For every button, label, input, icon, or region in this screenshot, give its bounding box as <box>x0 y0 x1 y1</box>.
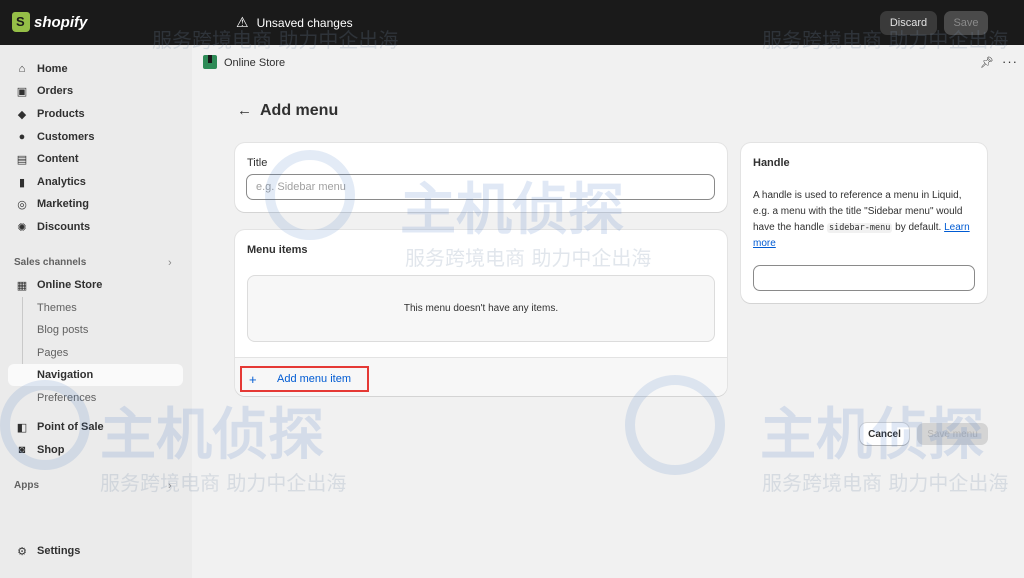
save-menu-button[interactable]: Save menu <box>917 423 988 445</box>
sidebar-subitem-navigation[interactable]: Navigation <box>37 369 93 381</box>
sidebar-item-label: Discounts <box>37 221 91 233</box>
shopify-logo[interactable]: shopify <box>12 12 87 32</box>
discard-button[interactable]: Discard <box>880 11 937 35</box>
sidebar-item-label: Orders <box>37 85 74 97</box>
sidebar-item-content[interactable]: ▤ Content <box>8 148 183 170</box>
person-icon: ● <box>18 131 26 143</box>
title-input[interactable]: e.g. Sidebar menu <box>246 174 715 200</box>
handle-desc-text-2: by default. <box>895 222 942 233</box>
handle-heading: Handle <box>753 157 790 169</box>
handle-input[interactable] <box>753 265 975 291</box>
pos-icon: ◧ <box>16 421 28 434</box>
more-icon[interactable]: ··· <box>1002 54 1018 69</box>
sidebar-item-label: Analytics <box>37 176 86 188</box>
title-card: Title e.g. Sidebar menu <box>235 143 727 212</box>
sidebar-item-label: Content <box>37 153 79 165</box>
home-icon: ⌂ <box>18 63 26 75</box>
storefront-icon: ▦ <box>16 279 28 292</box>
back-arrow-icon[interactable]: ← <box>237 102 252 119</box>
sidebar-item-label: Customers <box>37 131 95 143</box>
sidebar-item-discounts[interactable]: ✺ Discounts <box>8 216 183 238</box>
sidebar-item-products[interactable]: ◆ Products <box>8 103 183 125</box>
target-icon: ◎ <box>17 198 27 211</box>
cancel-button[interactable]: Cancel <box>860 423 909 445</box>
apps-label: Apps <box>14 480 39 491</box>
add-menu-item-button[interactable]: + Add menu item <box>240 366 369 392</box>
pin-icon[interactable]: 📌︎ <box>980 56 994 69</box>
discount-icon: ✺ <box>17 221 27 234</box>
sidebar-subitem-pages[interactable]: Pages <box>37 347 68 359</box>
handle-description: A handle is used to reference a menu in … <box>753 188 978 252</box>
page-title: Add menu <box>260 102 339 119</box>
top-bar: shopify ⚠ Unsaved changes Discard Save <box>0 0 1024 45</box>
sidebar-item-label: Home <box>37 63 68 75</box>
tag-icon: ◆ <box>17 108 27 121</box>
inbox-icon: ▣ <box>16 85 28 98</box>
handle-code: sidebar-menu <box>826 223 893 233</box>
gear-icon: ⚙ <box>17 545 27 558</box>
sidebar-item-customers[interactable]: ● Customers <box>8 126 183 148</box>
sidebar-item-label: Marketing <box>37 198 89 210</box>
save-button[interactable]: Save <box>944 11 988 35</box>
apps-chevron-icon[interactable]: › <box>168 480 172 492</box>
bar-chart-icon: ▮ <box>18 176 26 189</box>
sidebar-item-online-store[interactable]: ▦ Online Store <box>8 274 183 296</box>
sidebar-item-marketing[interactable]: ◎ Marketing <box>8 193 183 215</box>
sidebar-subitem-themes[interactable]: Themes <box>37 302 77 314</box>
sidebar-item-home[interactable]: ⌂ Home <box>8 58 183 80</box>
unsaved-text: Unsaved changes <box>256 15 353 30</box>
add-menu-item-label: Add menu item <box>277 373 351 385</box>
sidebar-item-analytics[interactable]: ▮ Analytics <box>8 171 183 193</box>
chevron-right-icon[interactable]: › <box>168 257 172 269</box>
app-title: Online Store <box>224 57 286 69</box>
sidebar-item-label: Settings <box>37 545 81 557</box>
title-label: Title <box>247 157 268 169</box>
sidebar-item-point-of-sale[interactable]: ◧ Point of Sale <box>8 416 183 438</box>
sales-channels-label: Sales channels <box>14 257 87 268</box>
sidebar-item-shop[interactable]: ◙ Shop <box>8 439 183 461</box>
shopify-bag-icon <box>12 12 30 32</box>
sidebar-item-orders[interactable]: ▣ Orders <box>8 80 183 102</box>
plus-icon: + <box>249 371 257 387</box>
sidebar-subitem-blog-posts[interactable]: Blog posts <box>37 324 88 336</box>
sidebar-item-label: Point of Sale <box>37 421 104 433</box>
sidebar-item-label: Shop <box>37 444 65 456</box>
handle-card: Handle A handle is used to reference a m… <box>741 143 987 303</box>
sidebar-item-label: Online Store <box>37 279 103 291</box>
active-item-background <box>8 364 183 386</box>
warning-icon: ⚠ <box>236 14 249 30</box>
sidebar-subitem-preferences[interactable]: Preferences <box>37 392 96 404</box>
empty-menu-message: This menu doesn't have any items. <box>247 275 715 342</box>
watermark-slogan: 服务跨境电商 助力中企出海 <box>762 471 1009 495</box>
unsaved-status: ⚠ Unsaved changes <box>236 14 353 31</box>
brand-name: shopify <box>34 13 88 31</box>
menu-items-heading: Menu items <box>247 244 308 256</box>
sidebar-item-settings[interactable]: ⚙ Settings <box>8 540 183 562</box>
content-icon: ▤ <box>16 153 28 166</box>
shop-icon: ◙ <box>18 444 26 456</box>
sidebar-item-label: Products <box>37 108 85 120</box>
online-store-icon <box>203 55 217 69</box>
